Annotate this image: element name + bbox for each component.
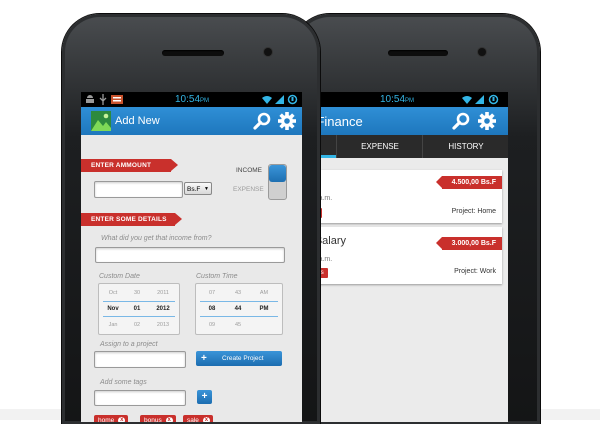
toggle-knob [269, 165, 286, 182]
signal-icon [475, 95, 484, 107]
search-icon[interactable] [452, 112, 470, 135]
tab-expense-label: EXPENSE [361, 142, 399, 151]
android-icon [85, 94, 95, 108]
plus-icon: + [201, 353, 207, 364]
transaction-card[interactable]: e 4.500,00 Bs.F 1:00 a.m. sale Project: … [302, 170, 502, 223]
enter-details-label: ENTER SOME DETAILS [81, 213, 182, 226]
transaction-card[interactable]: er Salary 3.000,00 Bs.F 0:00 a.m. bonus … [302, 227, 502, 284]
create-project-label: Create Project [222, 355, 264, 362]
time-ampm-column[interactable]: AM PM [254, 285, 274, 333]
assign-project-label: Assign to a project [100, 341, 158, 348]
tag-chip[interactable]: bonus x [140, 415, 176, 422]
status-bar: 10:54PM [81, 92, 302, 107]
app-logo-icon[interactable] [91, 111, 111, 136]
plus-icon: + [201, 391, 208, 402]
currency-select[interactable]: Bs.F ▼ [184, 182, 212, 195]
action-bar: et Finance [302, 107, 508, 135]
notification-icon [111, 95, 123, 107]
dropdown-arrow-icon: ▼ [204, 186, 209, 192]
project-input[interactable] [94, 351, 186, 368]
income-source-hint: What did you get that income from? [101, 235, 212, 242]
amount-input[interactable] [94, 181, 183, 198]
speaker-grille [162, 50, 224, 56]
wifi-icon [262, 95, 272, 107]
gear-icon[interactable] [477, 111, 497, 136]
usb-icon [99, 94, 107, 108]
back-screen: 10:54PM et Finance EXPENSE HISTORY 4.500… [302, 92, 508, 422]
date-month-column[interactable]: Oct Nov Jan [103, 285, 123, 333]
add-tags-label: Add some tags [100, 379, 147, 386]
tag-chip[interactable]: sale x [183, 415, 213, 422]
tab-history-label: HISTORY [448, 142, 484, 151]
create-project-button[interactable]: + Create Project [196, 351, 282, 366]
time-picker[interactable]: 07 08 09 43 44 45 AM PM [195, 283, 283, 335]
time-hour-column[interactable]: 07 08 09 [202, 285, 222, 333]
expense-toggle-label: EXPENSE [233, 186, 264, 193]
clock: 10:54PM [380, 94, 415, 105]
date-picker[interactable]: Oct Nov Jan 30 01 02 2011 2012 2013 [98, 283, 180, 335]
back-phone: 10:54PM et Finance EXPENSE HISTORY 4.500… [292, 14, 540, 424]
income-source-input[interactable] [95, 247, 285, 263]
front-camera [264, 48, 272, 56]
clock: 10:54PM [175, 94, 210, 105]
transaction-project: Project: Work [454, 268, 496, 275]
tag-chip[interactable]: home x [94, 415, 129, 422]
custom-time-label: Custom Time [196, 273, 238, 280]
signal-icon [275, 95, 284, 107]
speaker-grille [388, 50, 448, 56]
battery-icon [488, 94, 499, 108]
income-toggle-label: INCOME [236, 167, 262, 174]
transaction-amount: 4.500,00 Bs.F [435, 176, 502, 189]
screen-title: Add New [115, 115, 160, 127]
tab-bar: EXPENSE HISTORY [302, 135, 508, 158]
battery-icon [287, 94, 298, 108]
transaction-amount: 3.000,00 Bs.F [435, 237, 502, 250]
transaction-project: Project: Home [451, 208, 496, 215]
tab-expense[interactable]: EXPENSE [336, 135, 423, 158]
income-expense-toggle[interactable] [268, 164, 287, 200]
date-year-column[interactable]: 2011 2012 2013 [151, 285, 175, 333]
front-screen: 10:54PM Add New ENTER AMMOUNT Bs.F ▼ INC… [81, 92, 302, 422]
front-camera [478, 48, 486, 56]
custom-date-label: Custom Date [99, 273, 140, 280]
add-tag-button[interactable]: + [197, 390, 212, 404]
status-bar: 10:54PM [302, 92, 508, 107]
gear-icon[interactable] [277, 111, 297, 136]
action-bar: Add New [81, 107, 302, 135]
front-phone: 10:54PM Add New ENTER AMMOUNT Bs.F ▼ INC… [62, 14, 320, 424]
date-day-column[interactable]: 30 01 02 [127, 285, 147, 333]
wifi-icon [462, 95, 472, 107]
tag-input[interactable] [94, 390, 186, 406]
search-icon[interactable] [253, 112, 271, 135]
currency-value: Bs.F [187, 186, 201, 193]
time-minute-column[interactable]: 43 44 45 [228, 285, 248, 333]
enter-amount-label: ENTER AMMOUNT [81, 159, 178, 172]
tab-history[interactable]: HISTORY [422, 135, 508, 158]
